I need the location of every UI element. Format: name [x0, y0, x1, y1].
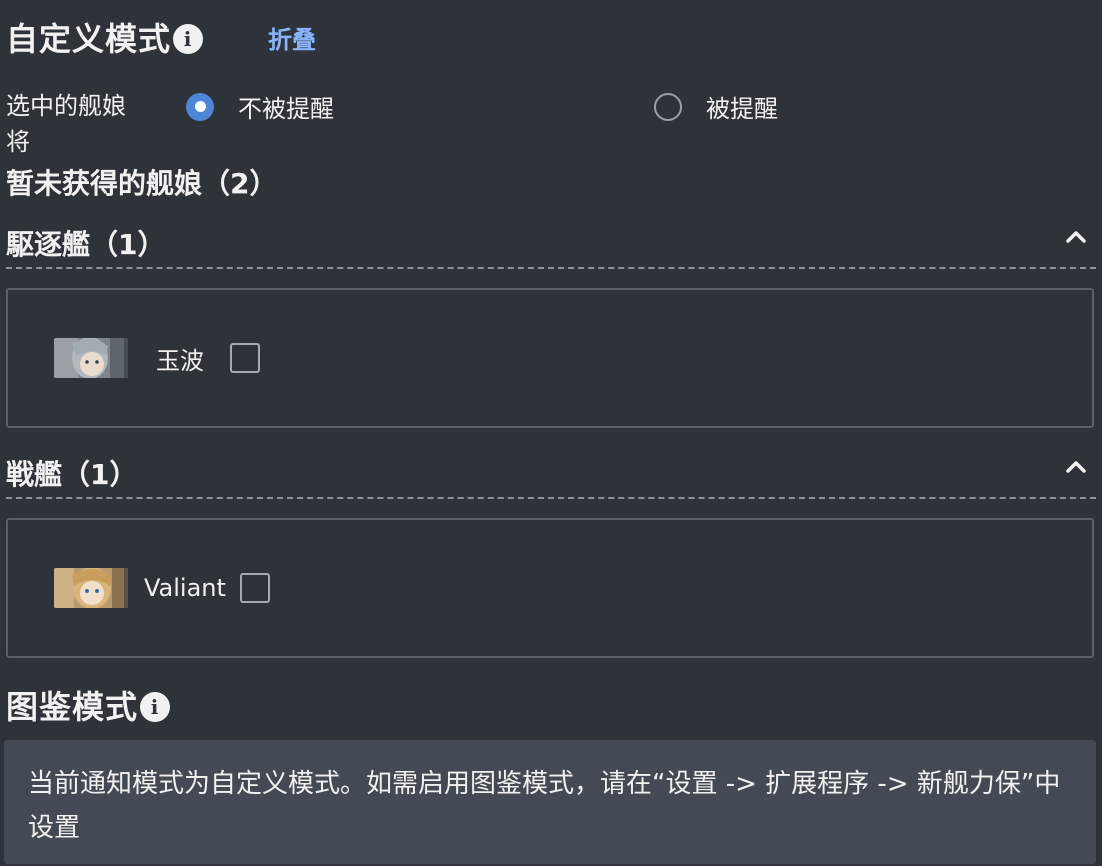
ship-name: 玉波	[156, 346, 204, 375]
radio-not-notified-label: 不被提醒	[238, 95, 334, 123]
collapse-link[interactable]: 折叠	[268, 20, 316, 55]
ship-avatar-valiant	[54, 568, 128, 608]
catalog-mode-title: 图鉴模式	[6, 688, 139, 726]
custom-mode-heading: 自定义模式 i	[6, 14, 204, 60]
info-icon[interactable]: i	[173, 24, 204, 54]
radio-notified[interactable]: 被提醒	[654, 89, 778, 124]
group-title-battleship: 戦艦（1）	[6, 458, 138, 491]
ship-name: Valiant	[144, 574, 226, 602]
radio-notified-label: 被提醒	[706, 95, 778, 123]
radio-unselected-icon[interactable]	[654, 92, 682, 121]
ship-avatar-tamanami	[54, 338, 128, 378]
unobtained-ships-heading: 暂未获得的舰娘（2）	[6, 167, 278, 200]
group-title-destroyer: 駆逐艦（1）	[6, 228, 166, 261]
group-header-destroyer: 駆逐艦（1）	[6, 219, 1096, 269]
ship-list-destroyer: 玉波	[6, 288, 1094, 428]
notice-text: 当前通知模式为自定义模式。如需启用图鉴模式，请在“设置 -> 扩展程序 -> 新…	[28, 769, 1061, 843]
ship-item: 玉波	[54, 338, 260, 378]
notify-option-label: 选中的舰娘将	[6, 92, 126, 156]
ship-item: Valiant	[54, 568, 270, 608]
ship-checkbox[interactable]	[230, 343, 260, 373]
radio-selected-icon[interactable]	[186, 92, 214, 121]
ship-checkbox[interactable]	[239, 573, 270, 603]
ship-list-battleship: Valiant	[6, 518, 1094, 658]
group-header-battleship: 戦艦（1）	[6, 449, 1096, 499]
radio-not-notified[interactable]: 不被提醒	[186, 89, 334, 124]
chevron-up-icon[interactable]	[1064, 225, 1088, 249]
custom-mode-title: 自定义模式	[6, 20, 172, 58]
catalog-mode-heading: 图鉴模式 i	[6, 682, 171, 728]
catalog-mode-notice: 当前通知模式为自定义模式。如需启用图鉴模式，请在“设置 -> 扩展程序 -> 新…	[4, 740, 1096, 864]
chevron-up-icon[interactable]	[1064, 455, 1088, 479]
info-icon[interactable]: i	[140, 692, 171, 722]
